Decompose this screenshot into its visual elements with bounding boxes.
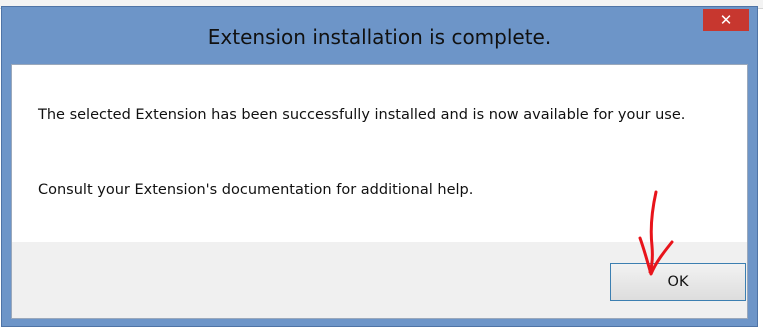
ok-button[interactable]: OK — [610, 263, 746, 301]
close-icon: ✕ — [719, 11, 733, 29]
dialog-footer: OK — [12, 242, 747, 318]
close-button[interactable]: ✕ — [703, 9, 749, 31]
success-message: The selected Extension has been successf… — [38, 107, 686, 123]
dialog-titlebar[interactable]: Extension installation is complete. ✕ — [2, 7, 757, 64]
help-message: Consult your Extension's documentation f… — [38, 182, 474, 198]
installation-complete-dialog: Extension installation is complete. ✕ Th… — [1, 6, 758, 327]
dialog-title: Extension installation is complete. — [207, 25, 552, 49]
dialog-body: The selected Extension has been successf… — [11, 64, 748, 319]
